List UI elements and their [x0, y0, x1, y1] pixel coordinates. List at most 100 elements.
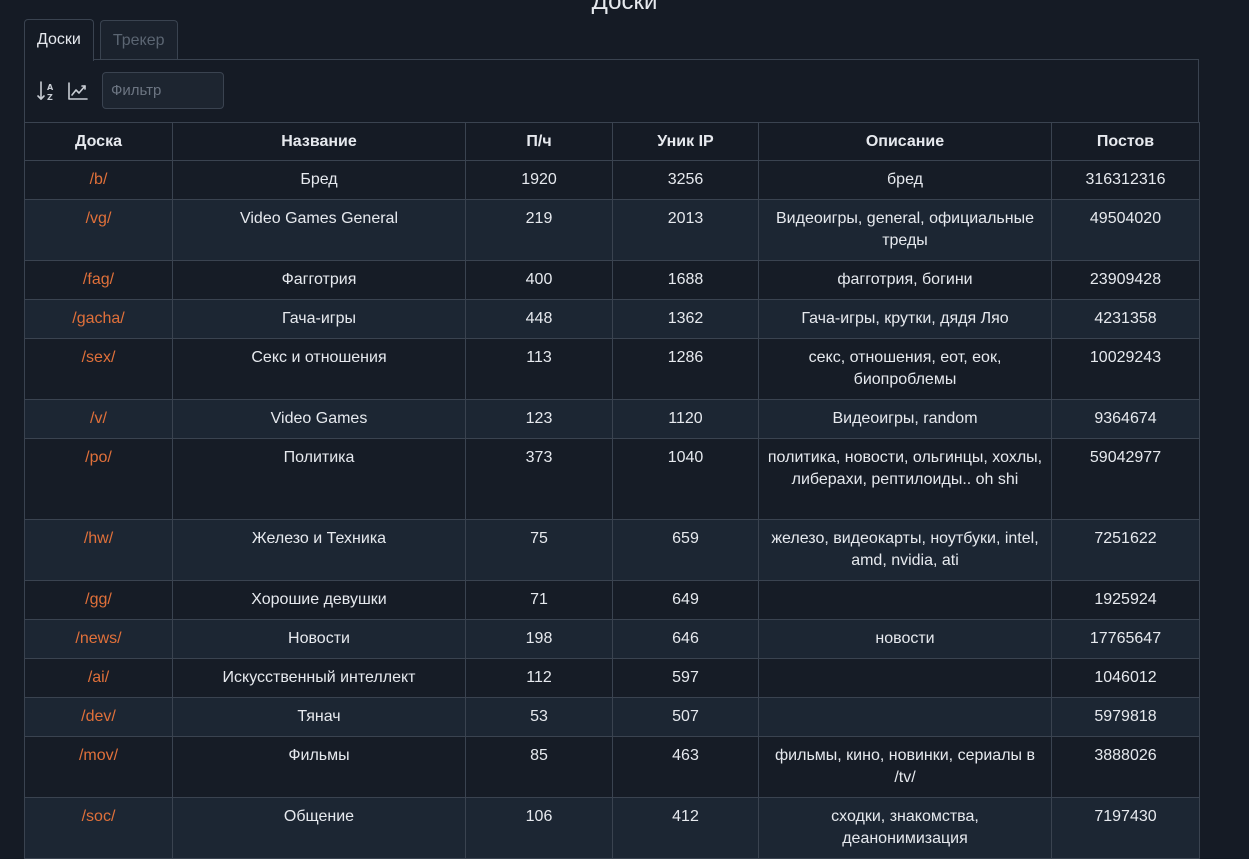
- board-link[interactable]: /mov/: [79, 747, 118, 764]
- board-cell: /ai/: [24, 658, 173, 698]
- board-cell: /vg/: [24, 199, 173, 261]
- column-header-description[interactable]: Описание: [758, 122, 1052, 161]
- unique-ip-cell: 2013: [612, 199, 759, 261]
- pph-cell: 198: [465, 619, 613, 659]
- posts-cell: 49504020: [1051, 199, 1200, 261]
- pph-cell: 75: [465, 519, 613, 581]
- board-link[interactable]: /sex/: [82, 349, 116, 366]
- pph-cell: 219: [465, 199, 613, 261]
- table-row: /gacha/ Гача-игры 448 1362 Гача-игры, кр…: [24, 299, 1200, 339]
- column-header-unique-ip[interactable]: Уник IP: [612, 122, 759, 161]
- posts-cell: 5979818: [1051, 697, 1200, 737]
- pph-cell: 1920: [465, 160, 613, 200]
- description-cell: новости: [758, 619, 1052, 659]
- description-cell: Гача-игры, крутки, дядя Ляо: [758, 299, 1052, 339]
- board-link[interactable]: /news/: [75, 630, 121, 647]
- name-cell: Фильмы: [172, 736, 466, 798]
- pph-cell: 448: [465, 299, 613, 339]
- unique-ip-cell: 3256: [612, 160, 759, 200]
- name-cell: Искусственный интеллект: [172, 658, 466, 698]
- name-cell: Тянач: [172, 697, 466, 737]
- column-header-posts[interactable]: Постов: [1051, 122, 1200, 161]
- board-link[interactable]: /gg/: [85, 591, 112, 608]
- description-cell: фагготрия, богини: [758, 260, 1052, 300]
- svg-text:A: A: [47, 83, 54, 92]
- name-cell: Новости: [172, 619, 466, 659]
- unique-ip-cell: 659: [612, 519, 759, 581]
- table-row: /ai/ Искусственный интеллект 112 597 104…: [24, 658, 1200, 698]
- unique-ip-cell: 649: [612, 580, 759, 620]
- unique-ip-cell: 1120: [612, 399, 759, 439]
- table-row: /b/ Бред 1920 3256 бред 316312316: [24, 160, 1200, 200]
- posts-cell: 4231358: [1051, 299, 1200, 339]
- toolbar: A Z: [25, 60, 1198, 123]
- column-header-board[interactable]: Доска: [24, 122, 173, 161]
- posts-cell: 59042977: [1051, 438, 1200, 520]
- table-row: /mov/ Фильмы 85 463 фильмы, кино, новинк…: [24, 736, 1200, 798]
- name-cell: Общение: [172, 797, 466, 859]
- unique-ip-cell: 1688: [612, 260, 759, 300]
- tab-tracker[interactable]: Трекер: [99, 20, 178, 60]
- table-row: /fag/ Фагготрия 400 1688 фагготрия, боги…: [24, 260, 1200, 300]
- board-link[interactable]: /hw/: [84, 530, 113, 547]
- name-cell: Video Games: [172, 399, 466, 439]
- unique-ip-cell: 1362: [612, 299, 759, 339]
- boards-panel: A Z Доска Название П/ч: [24, 59, 1200, 859]
- board-link[interactable]: /po/: [85, 449, 112, 466]
- pph-cell: 71: [465, 580, 613, 620]
- column-header-name[interactable]: Название: [172, 122, 466, 161]
- table-row: /soc/ Общение 106 412 сходки, знакомства…: [24, 797, 1200, 859]
- posts-cell: 17765647: [1051, 619, 1200, 659]
- board-link[interactable]: /soc/: [82, 808, 116, 825]
- board-cell: /gacha/: [24, 299, 173, 339]
- board-link[interactable]: /dev/: [81, 708, 116, 725]
- posts-cell: 9364674: [1051, 399, 1200, 439]
- board-cell: /sex/: [24, 338, 173, 400]
- description-cell: железо, видеокарты, ноутбуки, intel, amd…: [758, 519, 1052, 581]
- name-cell: Гача-игры: [172, 299, 466, 339]
- posts-cell: 7197430: [1051, 797, 1200, 859]
- board-cell: /po/: [24, 438, 173, 520]
- pph-cell: 85: [465, 736, 613, 798]
- svg-text:Z: Z: [47, 93, 53, 102]
- board-cell: /soc/: [24, 797, 173, 859]
- page-title: Доски: [591, 0, 658, 15]
- description-cell: [758, 658, 1052, 698]
- unique-ip-cell: 597: [612, 658, 759, 698]
- description-cell: фильмы, кино, новинки, сериалы в /tv/: [758, 736, 1052, 798]
- unique-ip-cell: 463: [612, 736, 759, 798]
- boards-table: Доска Название П/ч Уник IP Описание Пост…: [24, 122, 1200, 859]
- tab-boards[interactable]: Доски: [24, 19, 94, 61]
- pph-cell: 113: [465, 338, 613, 400]
- filter-input[interactable]: [102, 72, 224, 109]
- name-cell: Фагготрия: [172, 260, 466, 300]
- pph-cell: 400: [465, 260, 613, 300]
- unique-ip-cell: 646: [612, 619, 759, 659]
- line-chart-icon[interactable]: [67, 80, 89, 102]
- board-link[interactable]: /gacha/: [72, 310, 124, 327]
- posts-cell: 1925924: [1051, 580, 1200, 620]
- board-link[interactable]: /fag/: [83, 271, 114, 288]
- name-cell: Секс и отношения: [172, 338, 466, 400]
- board-cell: /gg/: [24, 580, 173, 620]
- description-cell: политика, новости, ольгинцы, хохлы, либе…: [758, 438, 1052, 520]
- description-cell: Видеоигры, general, официальные треды: [758, 199, 1052, 261]
- name-cell: Video Games General: [172, 199, 466, 261]
- unique-ip-cell: 507: [612, 697, 759, 737]
- board-link[interactable]: /vg/: [86, 210, 112, 227]
- description-cell: секс, отношения, еот, еок, биопроблемы: [758, 338, 1052, 400]
- board-link[interactable]: /v/: [90, 410, 107, 427]
- posts-cell: 1046012: [1051, 658, 1200, 698]
- board-link[interactable]: /b/: [90, 171, 108, 188]
- table-row: /po/ Политика 373 1040 политика, новости…: [24, 438, 1200, 520]
- table-header-row: Доска Название П/ч Уник IP Описание Пост…: [24, 122, 1200, 161]
- board-link[interactable]: /ai/: [88, 669, 109, 686]
- posts-cell: 7251622: [1051, 519, 1200, 581]
- description-cell: бред: [758, 160, 1052, 200]
- board-cell: /hw/: [24, 519, 173, 581]
- table-row: /news/ Новости 198 646 новости 17765647: [24, 619, 1200, 659]
- sort-alpha-icon[interactable]: A Z: [36, 80, 58, 102]
- name-cell: Хорошие девушки: [172, 580, 466, 620]
- column-header-pph[interactable]: П/ч: [465, 122, 613, 161]
- name-cell: Бред: [172, 160, 466, 200]
